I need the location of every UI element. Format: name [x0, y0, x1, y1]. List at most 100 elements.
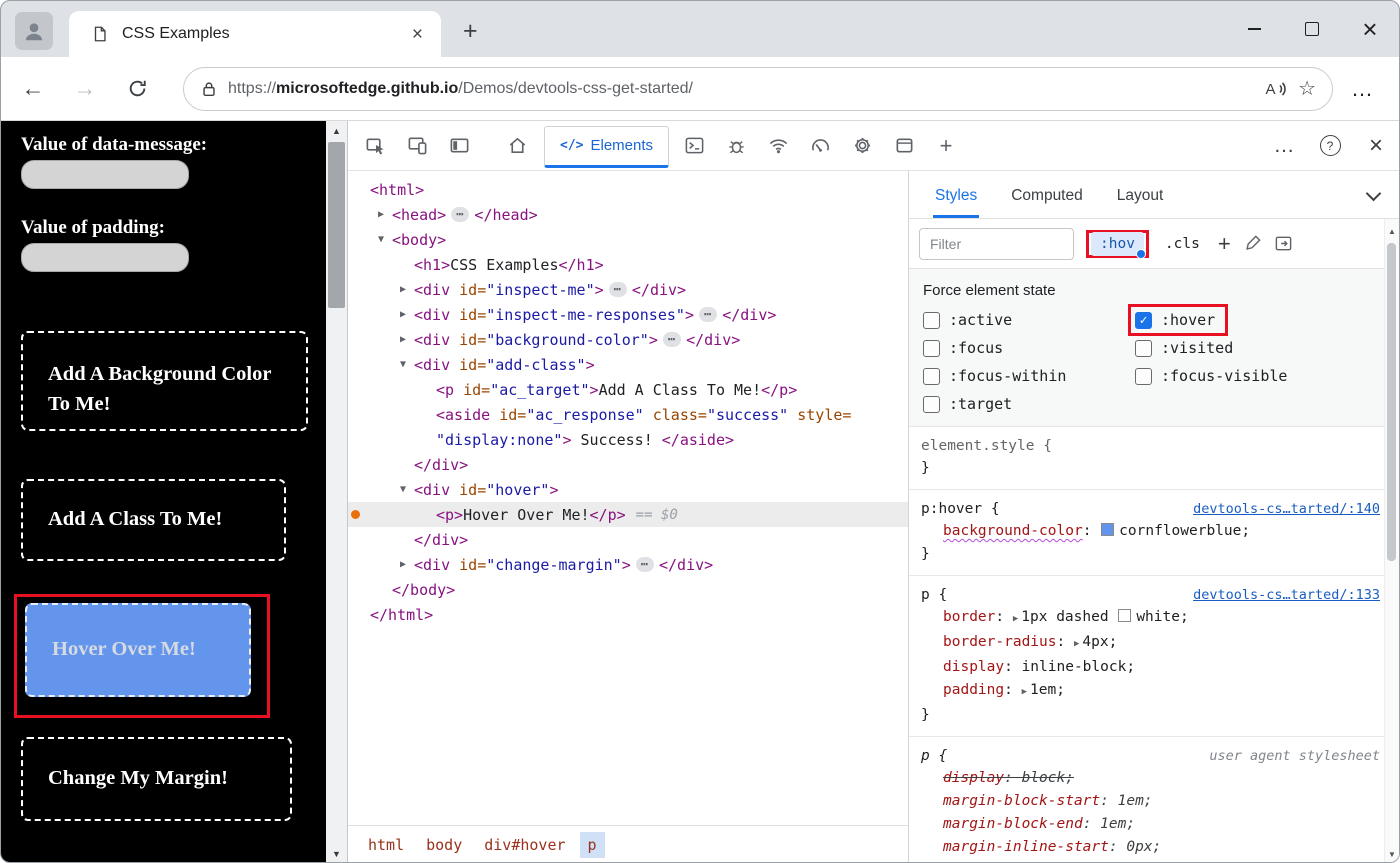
breadcrumb-item[interactable]: p [580, 832, 605, 858]
stylesheet-link[interactable]: devtools-cs…tarted/:133 [1193, 584, 1380, 606]
dom-tree-line[interactable]: <h1>CSS Examples</h1> [348, 252, 908, 277]
expand-arrow-icon[interactable]: ▶ [378, 209, 392, 220]
help-icon[interactable]: ? [1307, 121, 1353, 171]
collapsed-content-icon[interactable]: ⋯ [451, 207, 469, 222]
refresh-button[interactable] [117, 78, 157, 99]
settings-gear-icon[interactable] [841, 121, 883, 171]
browser-tab[interactable]: CSS Examples × [69, 11, 441, 57]
css-property[interactable]: background-color: cornflowerblue; [921, 520, 1380, 543]
profile-avatar[interactable] [15, 12, 53, 50]
styles-scrollbar[interactable]: ▲ ▼ [1384, 219, 1399, 863]
property-name[interactable]: border [943, 609, 995, 625]
checkbox-icon[interactable] [923, 312, 940, 329]
property-name[interactable]: margin-inline-start [943, 839, 1109, 855]
force-state-visited[interactable]: :visited [1135, 339, 1384, 357]
rule-selector[interactable]: p { [921, 745, 947, 767]
dom-tree-line[interactable]: </div> [348, 527, 908, 552]
stylesheet-link[interactable]: devtools-cs…tarted/:140 [1193, 498, 1380, 520]
checkbox-icon[interactable] [923, 340, 940, 357]
property-name[interactable]: background-color [943, 523, 1083, 539]
tab-layout[interactable]: Layout [1115, 187, 1166, 218]
forward-button[interactable]: → [65, 77, 105, 100]
page-scrollbar[interactable]: ▲ ▼ [326, 121, 347, 863]
read-aloud-icon[interactable]: A [1263, 78, 1288, 100]
dom-tree-line[interactable]: </body> [348, 577, 908, 602]
collapsed-content-icon[interactable]: ⋯ [663, 332, 681, 347]
rule-selector[interactable]: p:hover { [921, 498, 1000, 520]
dom-tree-line[interactable]: "display:none"> Success! </aside> [348, 427, 908, 452]
dom-tree-line[interactable]: <aside id="ac_response" class="success" … [348, 402, 908, 427]
browser-menu-icon[interactable]: … [1351, 76, 1373, 102]
collapsed-content-icon[interactable]: ⋯ [609, 282, 627, 297]
home-icon[interactable] [496, 121, 538, 171]
tab-computed[interactable]: Computed [1009, 187, 1085, 218]
back-button[interactable]: ← [13, 77, 53, 100]
expand-arrow-icon[interactable]: ▶ [1074, 639, 1079, 649]
dom-tree-line[interactable]: ▶<head>⋯</head> [348, 202, 908, 227]
dock-panel-icon[interactable] [438, 121, 480, 171]
breadcrumb-item[interactable]: div#hover [476, 832, 573, 858]
checkbox-icon[interactable] [923, 368, 940, 385]
force-state-active[interactable]: :active [923, 311, 1135, 329]
dom-tree-line[interactable]: ▼<div id="add-class"> [348, 352, 908, 377]
css-property[interactable]: padding: ▶1em; [921, 679, 1380, 704]
property-name[interactable]: padding [943, 682, 1004, 698]
css-property[interactable]: margin-inline-start: 0px; [921, 836, 1380, 859]
element-classes-button[interactable]: .cls [1165, 236, 1200, 252]
tab-elements[interactable]: </> Elements [544, 126, 669, 168]
expand-arrow-icon[interactable]: ▼ [378, 234, 392, 245]
css-property[interactable]: margin-block-start: 1em; [921, 790, 1380, 813]
dom-tree-line[interactable]: ▶<div id="inspect-me">⋯</div> [348, 277, 908, 302]
inspect-icon[interactable] [354, 121, 396, 171]
more-tabs-icon[interactable]: + [925, 121, 967, 171]
application-icon[interactable] [883, 121, 925, 171]
performance-gauge-icon[interactable] [799, 121, 841, 171]
expand-arrow-icon[interactable]: ▼ [400, 484, 414, 495]
property-name[interactable]: display [943, 770, 1004, 786]
property-name[interactable]: margin-block-start [943, 793, 1100, 809]
breadcrumb-item[interactable]: body [418, 832, 470, 858]
brush-icon[interactable] [1243, 234, 1262, 253]
css-property[interactable]: border: ▶1px dashed white; [921, 606, 1380, 631]
rule-selector[interactable]: p { [921, 584, 947, 606]
favorites-star-icon[interactable]: ☆ [1298, 76, 1316, 101]
scroll-up-icon[interactable]: ▲ [326, 121, 347, 141]
device-emulation-icon[interactable] [396, 121, 438, 171]
hover-over-me-button[interactable]: Hover Over Me! [25, 603, 251, 697]
tab-close-icon[interactable]: × [408, 25, 427, 44]
css-property[interactable]: margin-block-end: 1em; [921, 813, 1380, 836]
expand-arrow-icon[interactable]: ▶ [400, 309, 414, 320]
address-bar[interactable]: https://microsoftedge.github.io/Demos/de… [183, 67, 1333, 111]
force-state-hover[interactable]: :hover [1135, 311, 1221, 329]
dom-tree-line[interactable]: <p id="ac_target">Add A Class To Me!</p> [348, 377, 908, 402]
checkbox-icon[interactable] [1135, 368, 1152, 385]
expand-arrow-icon[interactable]: ▼ [400, 359, 414, 370]
scrollbar-thumb[interactable] [1387, 243, 1396, 561]
force-state-focus-visible[interactable]: :focus-visible [1135, 367, 1384, 385]
rule-selector[interactable]: element.style { [921, 435, 1052, 457]
breadcrumb-item[interactable]: html [360, 832, 412, 858]
scrollbar-thumb[interactable] [328, 142, 345, 308]
css-property[interactable]: border-radius: ▶4px; [921, 631, 1380, 656]
dom-tree-line[interactable]: <p>Hover Over Me!</p>== $0 [348, 502, 908, 527]
styles-filter-input[interactable] [919, 228, 1074, 260]
force-state-focus-within[interactable]: :focus-within [923, 367, 1135, 385]
dom-tree-line[interactable]: <html> [348, 177, 908, 202]
checkbox-icon[interactable] [1135, 340, 1152, 357]
change-margin-button[interactable]: Change My Margin! [21, 737, 292, 821]
network-wifi-icon[interactable] [757, 121, 799, 171]
expand-arrow-icon[interactable]: ▶ [400, 284, 414, 295]
devtools-more-icon[interactable]: … [1261, 121, 1307, 171]
dom-tree-line[interactable]: ▶<div id="inspect-me-responses">⋯</div> [348, 302, 908, 327]
force-state-target[interactable]: :target [923, 395, 1135, 413]
color-swatch[interactable] [1118, 609, 1131, 622]
checkbox-icon[interactable] [923, 396, 940, 413]
tab-styles[interactable]: Styles [933, 187, 979, 218]
css-property[interactable]: display: block; [921, 767, 1380, 790]
collapsed-content-icon[interactable]: ⋯ [699, 307, 717, 322]
expand-arrow-icon[interactable]: ▶ [400, 559, 414, 570]
devtools-close-icon[interactable]: × [1353, 121, 1399, 171]
property-name[interactable]: border-radius [943, 634, 1057, 650]
chevron-down-icon[interactable] [1366, 186, 1382, 202]
scroll-up-icon[interactable]: ▲ [1385, 223, 1399, 239]
